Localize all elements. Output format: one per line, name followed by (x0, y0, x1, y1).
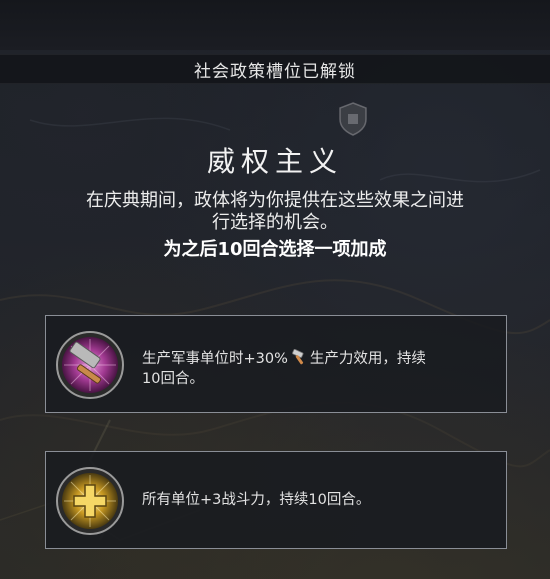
description-emphasis: 为之后10回合选择一项加成 (163, 239, 387, 260)
description-line-2: 行选择的机会。 (212, 212, 338, 233)
unlock-banner-text: 社会政策槽位已解锁 (194, 61, 356, 82)
bonus-option-text: 所有单位+3战斗力，持续10回合。 (142, 492, 371, 508)
hammer-icon (56, 331, 124, 399)
description-line-1: 在庆典期间，政体将为你提供在这些效果之间进 (86, 190, 464, 211)
city-shield-icon (339, 102, 367, 136)
bonus-text-after: 生产力效用，持续 (309, 351, 426, 367)
bonus-option-military-production[interactable]: 生产军事单位时+30% 生产力效用，持续 10回合。 (45, 315, 507, 413)
plus-cross-icon (56, 467, 124, 535)
bonus-option-combat-strength[interactable]: 所有单位+3战斗力，持续10回合。 (45, 451, 507, 549)
top-strip (0, 0, 550, 50)
production-hammer-icon (292, 349, 304, 365)
bonus-text-before: 生产军事单位时+30% (142, 351, 288, 367)
unlock-banner: 社会政策槽位已解锁 (0, 54, 550, 84)
government-title: 威权主义 (206, 145, 343, 178)
bonus-text-line-2: 10回合。 (142, 371, 204, 387)
bonus-option-text: 生产军事单位时+30% 生产力效用，持续 10回合。 (142, 349, 502, 389)
description: 在庆典期间，政体将为你提供在这些效果之间进 行选择的机会。 (40, 190, 510, 234)
